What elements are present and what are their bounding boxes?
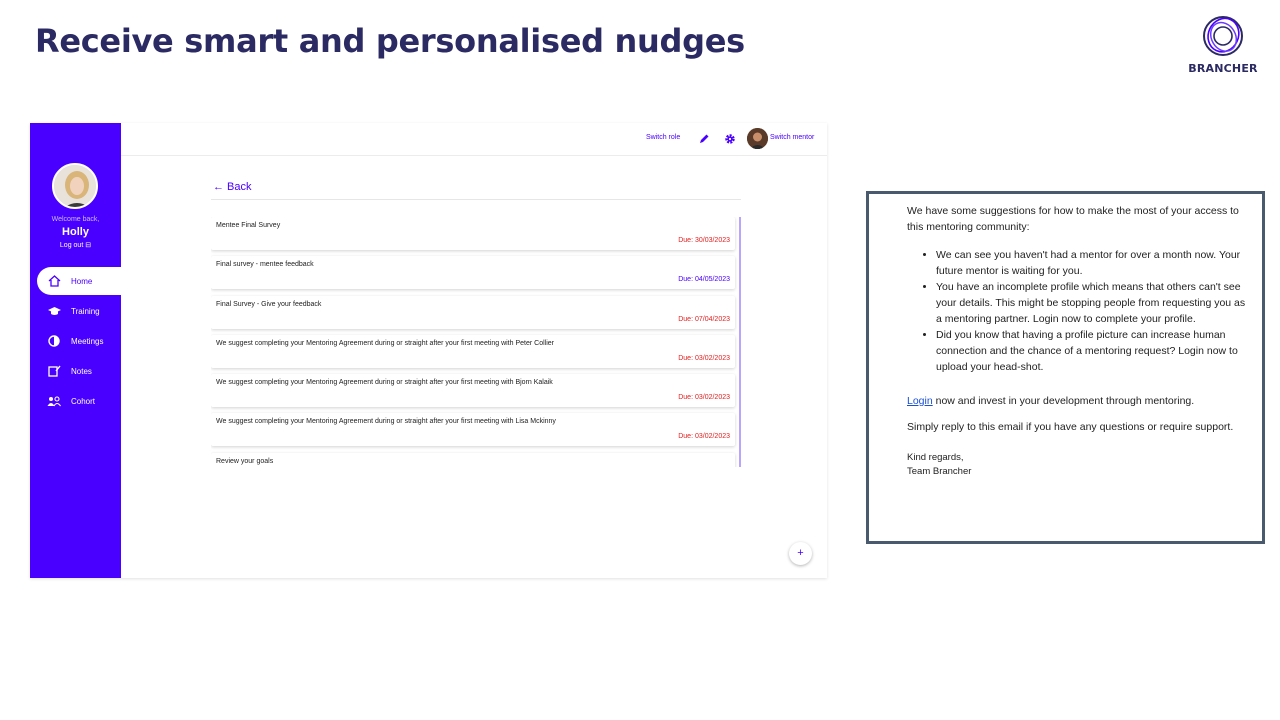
task-title: Final Survey - Give your feedback [216, 300, 322, 308]
task-title: Mentee Final Survey [216, 222, 281, 229]
home-icon [47, 274, 61, 288]
avatar[interactable] [52, 163, 98, 209]
logout-label: Log out [59, 242, 84, 249]
slide-title: Receive smart and personalised nudges [35, 22, 745, 60]
brancher-logo-text: BRANCHER [1188, 62, 1258, 75]
task-due-date: Due: 03/02/2023 [678, 354, 730, 362]
task-title: Review your goals [216, 457, 274, 465]
gear-icon[interactable] [724, 132, 736, 144]
email-preview: We have some suggestions for how to make… [866, 191, 1265, 544]
task-due-date: Due: 30/03/2023 [678, 237, 730, 244]
switch-mentor-link[interactable]: Switch mentor [770, 134, 814, 141]
task-card[interactable]: We suggest completing your Mentoring Agr… [211, 413, 735, 447]
login-rest: now and invest in your development throu… [932, 395, 1195, 407]
sidebar: Welcome back, Holly Log out ⊟ Home Train… [30, 123, 121, 578]
welcome-text: Welcome back, [51, 216, 100, 223]
logout-link[interactable]: Log out ⊟ [30, 241, 121, 249]
task-card[interactable]: Mentee Final Survey Due: 30/03/2023 [211, 217, 735, 250]
email-intro: We have some suggestions for how to make… [907, 205, 1239, 233]
login-link[interactable]: Login [907, 395, 933, 407]
topbar: Switch role Switch mentor [121, 123, 827, 156]
cohort-icon [47, 394, 61, 408]
graduation-cap-icon [47, 304, 61, 318]
add-button[interactable]: + [789, 542, 812, 565]
meetings-icon [47, 334, 61, 348]
task-card[interactable]: We suggest completing your Mentoring Agr… [211, 334, 735, 368]
email-regards: Kind regards, [907, 452, 964, 463]
sidebar-item-label: Training [71, 306, 100, 316]
email-team: Team Brancher [907, 466, 972, 477]
email-signoff: Kind regards, Team Brancher [907, 451, 1252, 479]
task-title: Final survey - mentee feedback [216, 261, 314, 269]
brancher-logo-icon [1203, 16, 1243, 56]
pencil-icon[interactable] [698, 132, 710, 144]
logout-icon: ⊟ [85, 242, 92, 249]
sidebar-item-meetings[interactable]: Meetings [37, 327, 121, 355]
task-card[interactable]: Review your goals [211, 452, 735, 467]
email-login-line: Login now and invest in your development… [907, 393, 1252, 409]
task-title: We suggest completing your Mentoring Agr… [216, 339, 554, 347]
email-bullet: We can see you haven't had a mentor for … [936, 247, 1252, 279]
email-bullet: Did you know that having a profile pictu… [936, 327, 1252, 375]
task-card[interactable]: Final Survey - Give your feedback Due: 07… [211, 295, 735, 329]
task-due-date: Due: 07/04/2023 [678, 315, 730, 323]
brancher-logo: BRANCHER [1188, 14, 1258, 75]
sidebar-item-training[interactable]: Training [37, 297, 121, 325]
task-card[interactable]: Final survey - mentee feedback Due: 04/05… [211, 256, 735, 290]
notes-icon [47, 364, 61, 378]
sidebar-item-label: Notes [71, 366, 92, 376]
task-due-date: Due: 03/02/2023 [678, 394, 730, 402]
back-link[interactable]: ← Back [213, 181, 252, 193]
sidebar-item-home[interactable]: Home [37, 267, 121, 295]
task-due-date: Due: 04/05/2023 [678, 276, 730, 284]
task-due-date: Due: 03/02/2023 [678, 433, 730, 441]
email-reply-text: Simply reply to this email if you have a… [907, 421, 1234, 433]
sidebar-item-label: Meetings [71, 336, 104, 346]
divider [211, 199, 741, 200]
task-title: We suggest completing your Mentoring Agr… [216, 418, 556, 426]
sidebar-item-label: Home [71, 276, 93, 286]
user-name: Holly [62, 226, 89, 238]
sidebar-item-notes[interactable]: Notes [37, 357, 121, 385]
app-window: Welcome back, Holly Log out ⊟ Home Train… [30, 123, 827, 578]
sidebar-item-label: Cohort [71, 396, 96, 406]
mentor-avatar[interactable] [747, 128, 768, 149]
email-bullet: You have an incomplete profile which mea… [936, 279, 1252, 327]
scrollbar[interactable] [739, 217, 741, 367]
task-list[interactable]: Mentee Final Survey Due: 30/03/2023 Final … [211, 217, 741, 467]
task-title: We suggest completing your Mentoring Agr… [216, 379, 553, 387]
sidebar-item-cohort[interactable]: Cohort [37, 387, 121, 415]
email-suggestions: We can see you haven't had a mentor for … [936, 247, 1252, 375]
task-card[interactable]: We suggest completing your Mentoring Agr… [211, 374, 735, 408]
switch-role-link[interactable]: Switch role [646, 134, 680, 141]
